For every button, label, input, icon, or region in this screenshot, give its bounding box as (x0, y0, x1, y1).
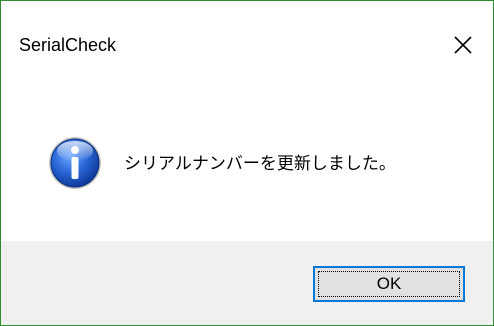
button-bar: OK (1, 241, 493, 325)
ok-button[interactable]: OK (313, 266, 465, 302)
close-button[interactable] (441, 25, 485, 65)
title-bar[interactable]: SerialCheck (1, 1, 493, 89)
close-icon (454, 36, 472, 54)
ok-button-label: OK (376, 274, 402, 293)
info-icon (49, 137, 101, 189)
window-title: SerialCheck (19, 35, 117, 55)
dialog-message: シリアルナンバーを更新しました。 (124, 154, 396, 174)
dialog-window: SerialCheck シリアルナンバーを更新しました。 OK (0, 0, 494, 326)
dialog-content: シリアルナンバーを更新しました。 (1, 89, 493, 241)
